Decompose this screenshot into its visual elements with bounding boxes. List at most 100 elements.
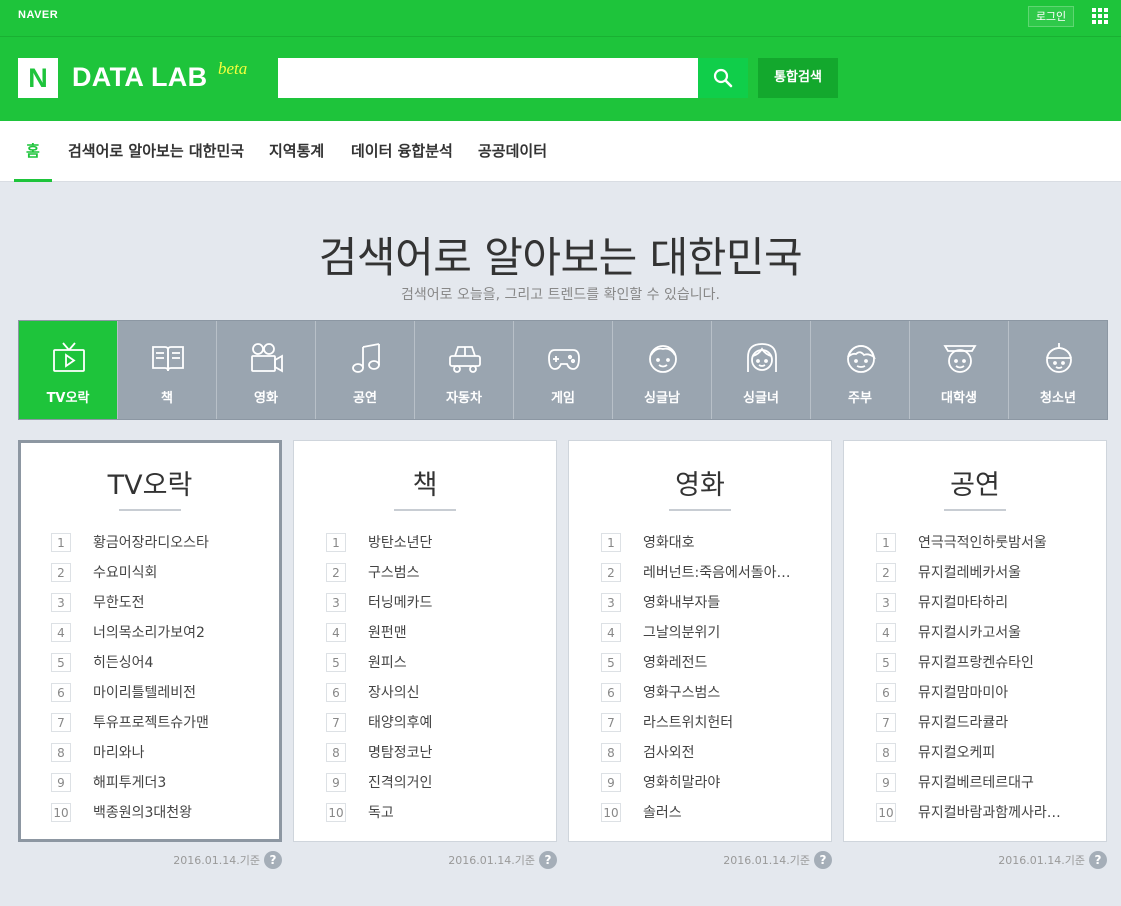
rank-keyword[interactable]: 무한도전 <box>93 592 145 612</box>
rank-keyword[interactable]: 연극극적인하룻밤서울 <box>918 532 1047 552</box>
rank-keyword[interactable]: 방탄소년단 <box>368 532 432 552</box>
rank-keyword[interactable]: 백종원의3대천왕 <box>93 802 192 822</box>
help-icon[interactable]: ? <box>539 851 557 869</box>
rank-keyword[interactable]: 마이리틀텔레비전 <box>93 682 196 702</box>
list-item[interactable]: 3 영화내부자들 <box>601 587 791 617</box>
list-item[interactable]: 6 장사의신 <box>326 677 432 707</box>
rank-keyword[interactable]: 진격의거인 <box>368 772 432 792</box>
rank-keyword[interactable]: 영화레전드 <box>643 652 707 672</box>
naver-n-logo[interactable]: N <box>18 58 58 98</box>
rank-keyword[interactable]: 독고 <box>368 802 394 822</box>
category-tab-housewife[interactable]: 주부 <box>811 321 910 419</box>
list-item[interactable]: 5 원피스 <box>326 647 432 677</box>
category-tab-game[interactable]: 게임 <box>514 321 613 419</box>
total-search-button[interactable]: 통합검색 <box>758 58 838 98</box>
category-tab-single-man[interactable]: 싱글남 <box>613 321 712 419</box>
help-icon[interactable]: ? <box>1089 851 1107 869</box>
help-icon[interactable]: ? <box>264 851 282 869</box>
list-item[interactable]: 4 그날의분위기 <box>601 617 791 647</box>
rank-keyword[interactable]: 투유프로젝트슈가맨 <box>93 712 209 732</box>
category-tab-movie[interactable]: 영화 <box>217 321 316 419</box>
rank-keyword[interactable]: 장사의신 <box>368 682 420 702</box>
list-item[interactable]: 10 백종원의3대천왕 <box>51 797 209 827</box>
rank-keyword[interactable]: 영화내부자들 <box>643 592 720 612</box>
rank-keyword[interactable]: 뮤지컬마타하리 <box>918 592 1008 612</box>
list-item[interactable]: 8 마리와나 <box>51 737 209 767</box>
list-item[interactable]: 4 너의목소리가보여2 <box>51 617 209 647</box>
list-item[interactable]: 8 뮤지컬오케피 <box>876 737 1061 767</box>
list-item[interactable]: 6 뮤지컬맘마미아 <box>876 677 1061 707</box>
list-item[interactable]: 5 히든싱어4 <box>51 647 209 677</box>
list-item[interactable]: 10 뮤지컬바람과함께사라… <box>876 797 1061 827</box>
list-item[interactable]: 2 구스범스 <box>326 557 432 587</box>
list-item[interactable]: 3 터닝메카드 <box>326 587 432 617</box>
list-item[interactable]: 7 뮤지컬드라큘라 <box>876 707 1061 737</box>
category-tab-performance[interactable]: 공연 <box>316 321 415 419</box>
list-item[interactable]: 9 영화히말라야 <box>601 767 791 797</box>
rank-keyword[interactable]: 수요미식회 <box>93 562 157 582</box>
category-tab-car[interactable]: 자동차 <box>415 321 514 419</box>
rank-keyword[interactable]: 원피스 <box>368 652 407 672</box>
list-item[interactable]: 7 태양의후예 <box>326 707 432 737</box>
nav-data-fusion[interactable]: 데이터 융합분석 <box>351 121 453 179</box>
datalab-brand[interactable]: DATA LAB <box>72 62 207 93</box>
nav-regional-stats[interactable]: 지역통계 <box>269 121 324 179</box>
rank-keyword[interactable]: 뮤지컬베르테르대구 <box>918 772 1034 792</box>
category-tab-teen[interactable]: 청소년 <box>1009 321 1107 419</box>
rank-keyword[interactable]: 라스트위치헌터 <box>643 712 733 732</box>
rank-keyword[interactable]: 뮤지컬맘마미아 <box>918 682 1008 702</box>
list-item[interactable]: 8 검사외전 <box>601 737 791 767</box>
rank-keyword[interactable]: 뮤지컬레베카서울 <box>918 562 1021 582</box>
nav-search-korea[interactable]: 검색어로 알아보는 대한민국 <box>68 121 244 179</box>
login-button[interactable]: 로그인 <box>1028 6 1074 27</box>
list-item[interactable]: 4 뮤지컬시카고서울 <box>876 617 1061 647</box>
list-item[interactable]: 3 무한도전 <box>51 587 209 617</box>
list-item[interactable]: 8 명탐정코난 <box>326 737 432 767</box>
rank-keyword[interactable]: 황금어장라디오스타 <box>93 532 209 552</box>
rank-keyword[interactable]: 그날의분위기 <box>643 622 720 642</box>
list-item[interactable]: 10 독고 <box>326 797 432 827</box>
category-tab-single-woman[interactable]: 싱글녀 <box>712 321 811 419</box>
rank-keyword[interactable]: 뮤지컬바람과함께사라… <box>918 802 1061 822</box>
rank-keyword[interactable]: 영화대호 <box>643 532 695 552</box>
search-button[interactable] <box>698 58 748 98</box>
help-icon[interactable]: ? <box>814 851 832 869</box>
category-tab-book[interactable]: 책 <box>118 321 217 419</box>
rank-keyword[interactable]: 원펀맨 <box>368 622 407 642</box>
list-item[interactable]: 2 레버넌트:죽음에서돌아… <box>601 557 791 587</box>
rank-keyword[interactable]: 뮤지컬프랑켄슈타인 <box>918 652 1034 672</box>
rank-keyword[interactable]: 태양의후예 <box>368 712 432 732</box>
list-item[interactable]: 5 영화레전드 <box>601 647 791 677</box>
rank-keyword[interactable]: 영화구스범스 <box>643 682 720 702</box>
list-item[interactable]: 7 라스트위치헌터 <box>601 707 791 737</box>
list-item[interactable]: 5 뮤지컬프랑켄슈타인 <box>876 647 1061 677</box>
apps-grid-icon[interactable] <box>1092 8 1108 24</box>
list-item[interactable]: 1 영화대호 <box>601 527 791 557</box>
list-item[interactable]: 1 황금어장라디오스타 <box>51 527 209 557</box>
rank-keyword[interactable]: 마리와나 <box>93 742 145 762</box>
nav-home[interactable]: 홈 <box>14 121 52 182</box>
rank-keyword[interactable]: 해피투게더3 <box>93 772 166 792</box>
rank-keyword[interactable]: 솔러스 <box>643 802 682 822</box>
rank-keyword[interactable]: 영화히말라야 <box>643 772 720 792</box>
rank-keyword[interactable]: 구스범스 <box>368 562 420 582</box>
list-item[interactable]: 9 뮤지컬베르테르대구 <box>876 767 1061 797</box>
list-item[interactable]: 7 투유프로젝트슈가맨 <box>51 707 209 737</box>
category-tab-college[interactable]: 대학생 <box>910 321 1009 419</box>
nav-public-data[interactable]: 공공데이터 <box>478 121 547 179</box>
rank-keyword[interactable]: 히든싱어4 <box>93 652 153 672</box>
naver-logo[interactable]: NAVER <box>18 9 58 21</box>
search-input[interactable] <box>278 58 698 98</box>
rank-keyword[interactable]: 뮤지컬오케피 <box>918 742 995 762</box>
list-item[interactable]: 6 영화구스범스 <box>601 677 791 707</box>
list-item[interactable]: 10 솔러스 <box>601 797 791 827</box>
rank-keyword[interactable]: 명탐정코난 <box>368 742 432 762</box>
list-item[interactable]: 2 수요미식회 <box>51 557 209 587</box>
rank-keyword[interactable]: 터닝메카드 <box>368 592 432 612</box>
list-item[interactable]: 2 뮤지컬레베카서울 <box>876 557 1061 587</box>
list-item[interactable]: 3 뮤지컬마타하리 <box>876 587 1061 617</box>
list-item[interactable]: 9 진격의거인 <box>326 767 432 797</box>
list-item[interactable]: 1 연극극적인하룻밤서울 <box>876 527 1061 557</box>
rank-keyword[interactable]: 너의목소리가보여2 <box>93 622 205 642</box>
list-item[interactable]: 6 마이리틀텔레비전 <box>51 677 209 707</box>
